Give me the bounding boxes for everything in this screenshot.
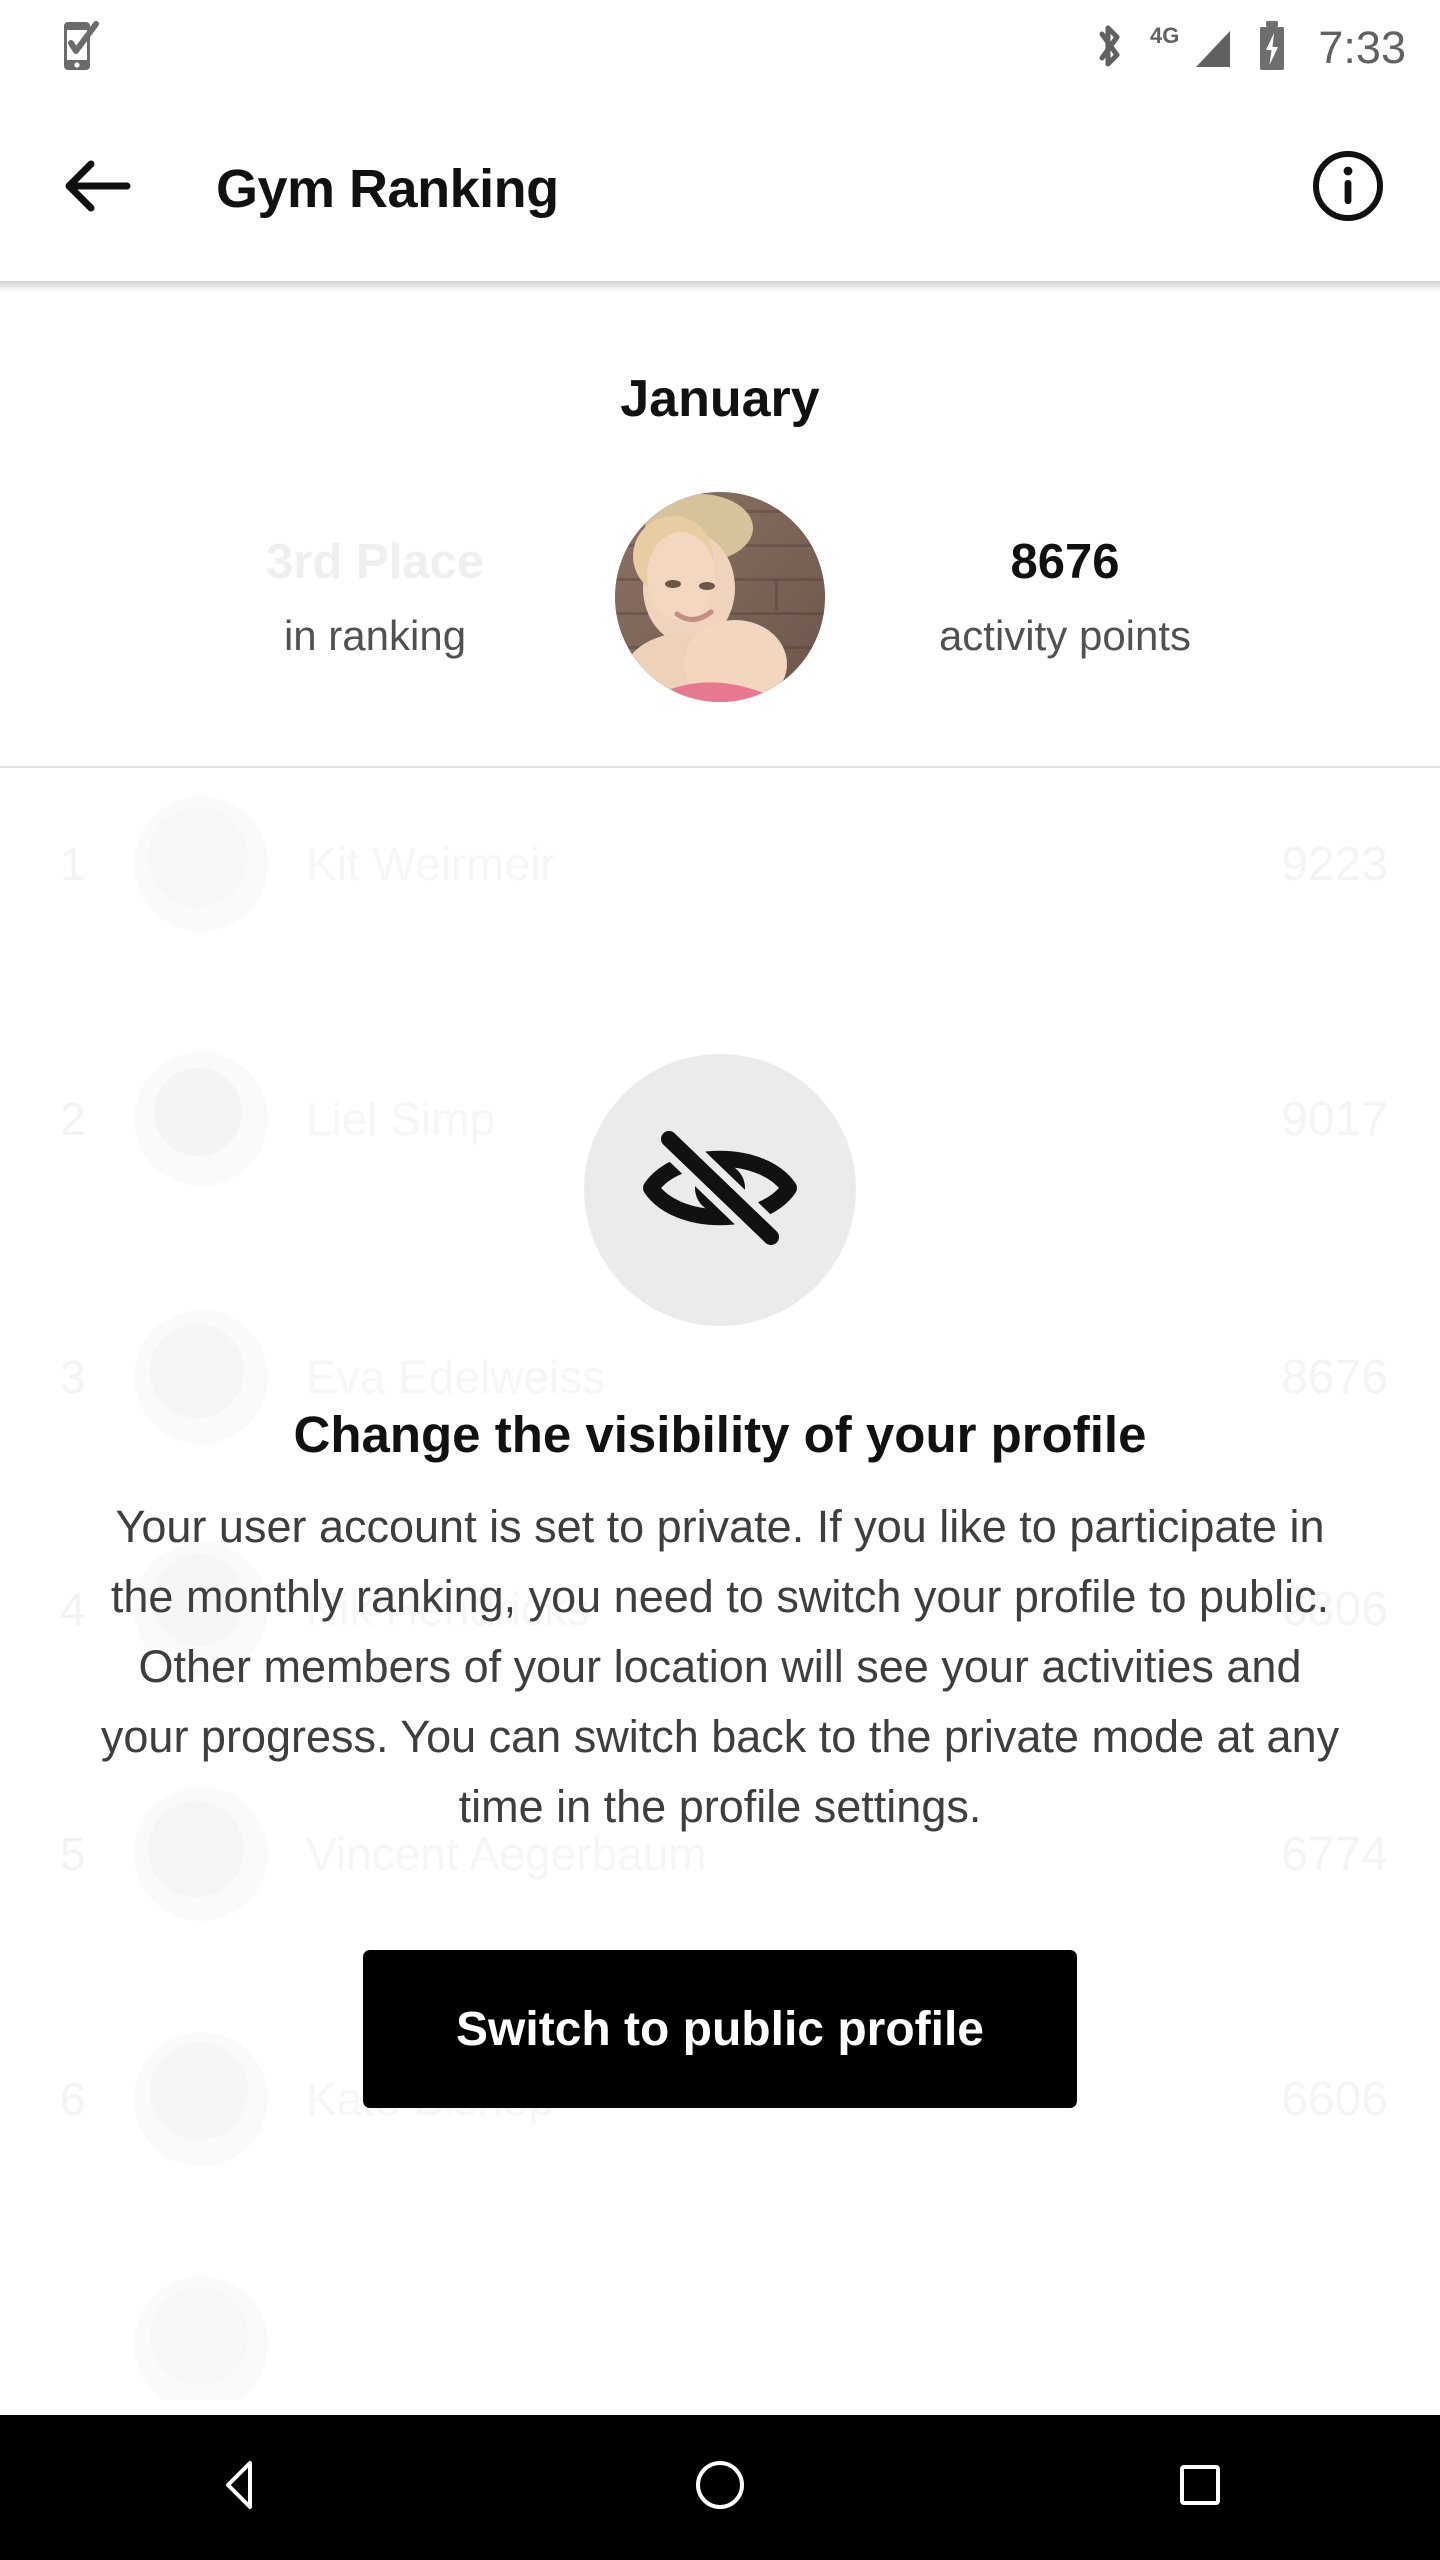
points-value: 8676 [1010, 534, 1120, 589]
back-button[interactable] [62, 153, 134, 225]
nav-recents-button[interactable] [1110, 2415, 1290, 2560]
status-bar-left [60, 20, 102, 77]
rank-position: 4 [60, 1583, 86, 1635]
rank-score: 9223 [1281, 837, 1388, 891]
rank-user-name: Vincent Aegerbaum [306, 1828, 707, 1880]
rank-score: 6806 [1281, 1582, 1388, 1636]
month-label: January [620, 370, 820, 428]
svg-text:4G: 4G [1150, 23, 1179, 48]
status-bar: 4G 7:33 [0, 0, 1440, 96]
avatar[interactable] [615, 492, 825, 702]
table-row[interactable]: 4 Nik Hendricks 6806 [0, 1485, 1440, 1733]
summary-row: 3rd Place in ranking 8676 activity point… [0, 492, 1440, 702]
rank-position: 6 [60, 2073, 86, 2125]
bluetooth-icon [1092, 22, 1126, 75]
battery-charging-icon [1256, 20, 1288, 77]
status-bar-clock: 7:33 [1318, 22, 1406, 73]
page-title: Gym Ranking [216, 158, 559, 219]
row-avatar [134, 1052, 268, 1186]
phone-screen: 4G 7:33 Gym Ranking January 3rd Place in… [0, 0, 1440, 2560]
signal-bars-icon: 4G [1148, 21, 1234, 76]
nav-recents-square-icon [1175, 2460, 1225, 2515]
place-value: 3rd Place [266, 534, 484, 589]
row-avatar [134, 2032, 268, 2166]
table-row[interactable] [0, 2220, 1440, 2400]
eye-off-icon [635, 1113, 805, 1268]
ranking-list[interactable]: 1 Kit Weirmeir 9223 2 Liel Simp 9017 3 E… [0, 770, 1440, 2400]
row-avatar [134, 797, 268, 931]
status-bar-right: 4G 7:33 [1092, 20, 1406, 77]
rank-score: 8676 [1281, 1350, 1388, 1404]
phone-check-icon [60, 20, 102, 77]
nav-home-circle-icon [693, 2458, 747, 2517]
rank-user-name: Nik Hendricks [306, 1583, 590, 1635]
nav-back-button[interactable] [150, 2415, 330, 2560]
points-summary: 8676 activity points [825, 534, 1305, 661]
points-caption: activity points [938, 612, 1192, 660]
eye-off-icon-badge [584, 1054, 856, 1326]
app-bar: Gym Ranking [0, 96, 1440, 292]
rank-score: 6774 [1281, 1827, 1388, 1881]
row-avatar [134, 1542, 268, 1676]
switch-to-public-profile-button[interactable]: Switch to public profile [363, 1950, 1077, 2108]
rank-score: 6606 [1281, 2072, 1388, 2126]
summary-header: January 3rd Place in ranking 8676 activi… [0, 292, 1440, 768]
row-avatar [134, 1310, 268, 1444]
rank-score: 9017 [1281, 1092, 1388, 1146]
nav-back-triangle-icon [212, 2457, 268, 2518]
arrow-left-icon [65, 160, 131, 217]
rank-position: 2 [60, 1093, 86, 1145]
place-caption: in ranking [283, 612, 467, 660]
nav-home-button[interactable] [630, 2415, 810, 2560]
table-row[interactable]: 5 Vincent Aegerbaum 6774 [0, 1730, 1440, 1978]
row-avatar [134, 1787, 268, 1921]
table-row[interactable]: 1 Kit Weirmeir 9223 [0, 770, 1440, 988]
rank-position: 3 [60, 1351, 86, 1403]
row-avatar [134, 2277, 268, 2400]
info-button[interactable] [1311, 149, 1385, 228]
rank-user-name: Kit Weirmeir [306, 838, 556, 890]
rank-user-name: Eva Edelweiss [306, 1351, 606, 1403]
info-circle-icon [1311, 149, 1385, 228]
rank-position: 1 [60, 838, 86, 890]
rank-summary: 3rd Place in ranking [135, 534, 615, 661]
rank-position: 5 [60, 1828, 86, 1880]
android-navigation-bar [0, 2415, 1440, 2560]
